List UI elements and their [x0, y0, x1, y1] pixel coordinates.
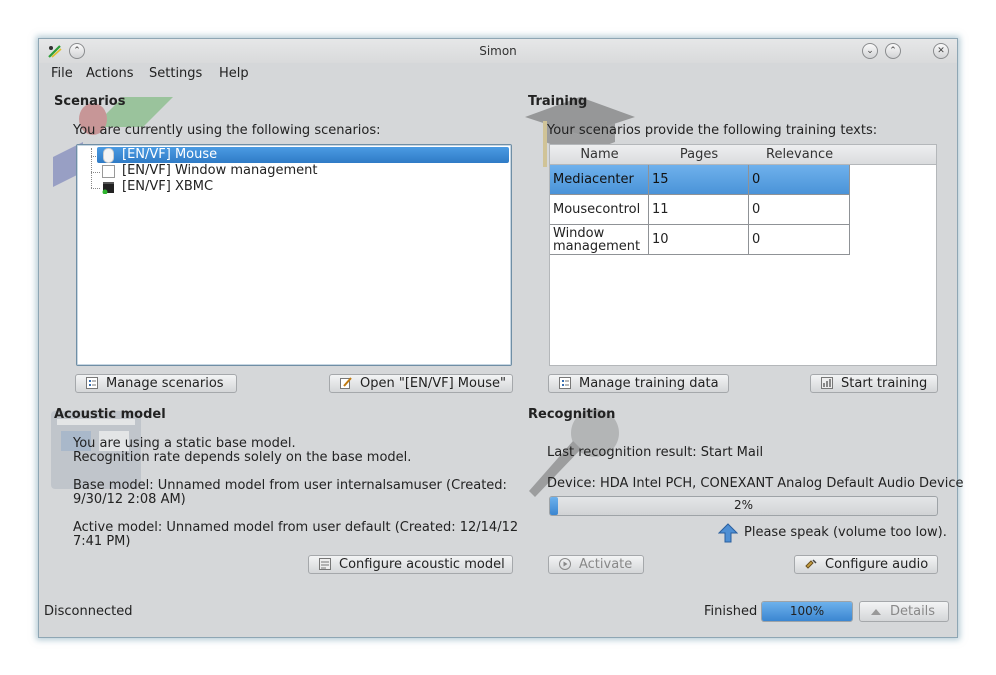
open-scenario-button[interactable]: Open "[EN/VF] Mouse" [329, 374, 513, 393]
activate-button[interactable]: Activate [548, 555, 644, 574]
settings-icon [319, 558, 331, 570]
menu-file[interactable]: File [51, 66, 73, 81]
menu-bar: File Actions Settings Help [39, 63, 957, 85]
table-cell-pages: 15 [649, 165, 749, 195]
scenario-list[interactable]: [EN/VF] Mouse [EN/VF] Window management … [76, 144, 512, 366]
arrow-up-icon [718, 523, 738, 543]
scenario-item-label: [EN/VF] XBMC [122, 179, 214, 194]
manage-scenarios-button[interactable]: Manage scenarios [75, 374, 237, 393]
table-cell-pages: 10 [649, 225, 749, 255]
manage-training-data-button[interactable]: Manage training data [548, 374, 729, 393]
table-cell-relevance: 0 [749, 165, 850, 195]
column-header-name[interactable]: Name [550, 145, 649, 165]
finished-label: Finished [704, 604, 758, 619]
acoustic-model-line1: You are using a static base model. [73, 436, 296, 451]
training-table[interactable]: Name Pages Relevance Mediacenter 15 0 Mo… [549, 144, 937, 366]
recognition-hint: Please speak (volume too low). [744, 525, 947, 540]
mouse-icon [103, 148, 114, 163]
manage-training-data-label: Manage training data [579, 376, 719, 391]
column-header-relevance[interactable]: Relevance [749, 145, 936, 165]
configure-audio-button[interactable]: Configure audio [794, 555, 938, 574]
start-training-label: Start training [841, 376, 928, 391]
table-cell-relevance: 0 [749, 225, 850, 255]
speaker-icon [805, 559, 817, 569]
manage-scenarios-label: Manage scenarios [106, 376, 224, 391]
simon-window: ⌃ Simon ⌄ ⌃ ✕ File Actions Settings Help… [38, 38, 964, 638]
base-model-line1: Base model: Unnamed model from user inte… [73, 478, 507, 493]
base-model-line2: 9/30/12 2:08 AM) [73, 492, 186, 507]
list-icon [86, 377, 98, 389]
status-progress: 100% [761, 601, 853, 622]
maximize-button[interactable]: ⌃ [885, 43, 901, 59]
connection-status: Disconnected [44, 604, 133, 619]
minimize-button[interactable]: ⌄ [862, 43, 878, 59]
window-title: Simon [479, 44, 517, 58]
column-header-pages[interactable]: Pages [649, 145, 749, 165]
table-cell-name: Window management [550, 225, 649, 255]
training-title: Training [528, 94, 588, 109]
scenario-item-label: [EN/VF] Window management [122, 163, 318, 178]
volume-meter: 2% [549, 496, 938, 516]
table-cell-relevance: 0 [749, 195, 850, 225]
menu-settings[interactable]: Settings [149, 66, 202, 81]
window-icon [102, 165, 115, 178]
media-icon [102, 182, 114, 194]
table-cell-pages: 11 [649, 195, 749, 225]
activate-label: Activate [579, 557, 633, 572]
scenarios-subtitle: You are currently using the following sc… [73, 123, 381, 138]
scenario-item-label: [EN/VF] Mouse [122, 147, 218, 162]
details-button[interactable]: Details [859, 601, 949, 622]
chevron-up-icon [871, 609, 881, 615]
audio-device-label: Device: HDA Intel PCH, CONEXANT Analog D… [547, 476, 964, 491]
active-model-line1: Active model: Unnamed model from user de… [73, 520, 519, 535]
menu-help[interactable]: Help [219, 66, 249, 81]
scenario-item-xbmc[interactable]: [EN/VF] XBMC [97, 179, 509, 195]
details-label: Details [890, 604, 936, 619]
list-icon [559, 377, 571, 389]
tree-branch-line [91, 148, 92, 188]
configure-acoustic-model-button[interactable]: Configure acoustic model [308, 555, 513, 574]
training-subtitle: Your scenarios provide the following tra… [547, 123, 878, 138]
scenario-item-window-management[interactable]: [EN/VF] Window management [97, 163, 509, 179]
configure-audio-label: Configure audio [825, 557, 929, 572]
table-cell-name: Mediacenter [550, 165, 649, 195]
scenarios-title: Scenarios [54, 94, 126, 109]
status-progress-text: 100% [789, 604, 825, 618]
recognition-title: Recognition [528, 407, 616, 422]
scenario-item-mouse[interactable]: [EN/VF] Mouse [97, 147, 509, 163]
table-cell-name: Mousecontrol [550, 195, 649, 225]
menu-actions[interactable]: Actions [86, 66, 134, 81]
configure-acoustic-model-label: Configure acoustic model [339, 557, 505, 572]
last-recognition-result: Last recognition result: Start Mail [547, 445, 764, 460]
training-icon [821, 377, 833, 389]
title-bar: ⌃ Simon ⌄ ⌃ ✕ [39, 39, 957, 63]
active-model-line2: 7:41 PM) [73, 534, 131, 549]
open-scenario-label: Open "[EN/VF] Mouse" [360, 376, 506, 391]
volume-meter-text: 2% [733, 498, 754, 512]
acoustic-model-title: Acoustic model [54, 407, 166, 422]
close-button[interactable]: ✕ [933, 43, 949, 59]
play-icon [559, 558, 571, 570]
acoustic-model-line2: Recognition rate depends solely on the b… [73, 450, 412, 465]
start-training-button[interactable]: Start training [810, 374, 938, 393]
edit-icon [340, 377, 352, 389]
